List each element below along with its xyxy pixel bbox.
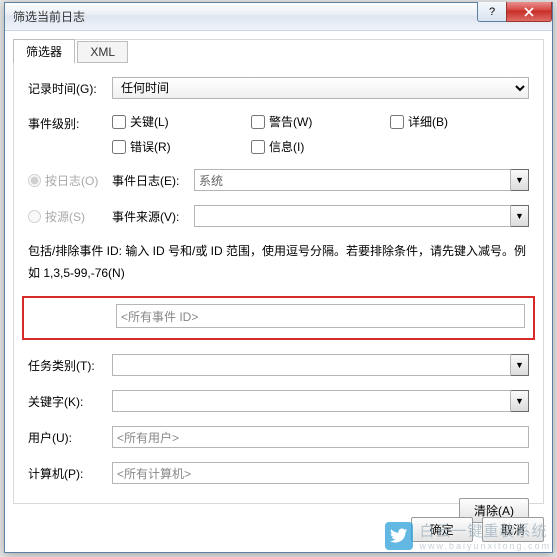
event-ids-input[interactable]	[116, 304, 525, 328]
label-task-category: 任务类别(T):	[28, 357, 112, 374]
keywords-select[interactable]	[112, 390, 511, 412]
radio-by-source-input	[28, 210, 41, 223]
event-id-hint: 包括/排除事件 ID: 输入 ID 号和/或 ID 范围，使用逗号分隔。若要排除…	[28, 241, 529, 284]
label-level: 事件级别:	[28, 113, 112, 132]
check-error[interactable]: 错误(R)	[112, 138, 251, 155]
title-bar[interactable]: 筛选当前日志 ?	[5, 3, 552, 31]
check-warning[interactable]: 警告(W)	[251, 113, 390, 130]
client-area: 筛选器 XML 记录时间(G): 任何时间 事件级别: 关键(L) 警告(W) …	[13, 39, 544, 504]
help-button[interactable]: ?	[477, 2, 507, 22]
window-title: 筛选当前日志	[5, 8, 85, 25]
event-logs-select[interactable]	[194, 169, 511, 191]
check-verbose[interactable]: 详细(B)	[390, 113, 529, 130]
check-information[interactable]: 信息(I)	[251, 138, 390, 155]
radio-by-log-input	[28, 174, 41, 187]
tab-xml[interactable]: XML	[77, 41, 128, 63]
dialog-window: 筛选当前日志 ? 筛选器 XML 记录时间(G): 任何时间 事件级别	[4, 2, 553, 553]
close-icon	[524, 7, 534, 17]
logged-select[interactable]: 任何时间	[112, 77, 529, 99]
tab-strip: 筛选器 XML	[13, 39, 543, 63]
tab-filter[interactable]: 筛选器	[13, 39, 75, 64]
label-event-sources: 事件来源(V):	[112, 208, 194, 225]
radio-by-source: 按源(S)	[28, 208, 112, 225]
check-critical[interactable]: 关键(L)	[112, 113, 251, 130]
task-category-select[interactable]	[112, 354, 511, 376]
level-checks: 关键(L) 警告(W) 详细(B) 错误(R) 信息(I)	[112, 113, 529, 155]
label-logged: 记录时间(G):	[28, 80, 112, 97]
computer-input[interactable]	[112, 462, 529, 484]
form-panel: 记录时间(G): 任何时间 事件级别: 关键(L) 警告(W) 详细(B) 错误…	[14, 63, 543, 531]
label-keywords: 关键字(K):	[28, 393, 112, 410]
event-sources-dropdown[interactable]: ▼	[511, 205, 529, 227]
dialog-footer: 确定 取消	[13, 517, 544, 542]
radio-by-log: 按日志(O)	[28, 172, 112, 189]
cancel-button[interactable]: 取消	[482, 517, 544, 542]
label-event-logs: 事件日志(E):	[112, 172, 194, 189]
window-buttons: ?	[478, 2, 552, 22]
keywords-dropdown[interactable]: ▼	[511, 390, 529, 412]
user-input[interactable]	[112, 426, 529, 448]
task-category-dropdown[interactable]: ▼	[511, 354, 529, 376]
label-computer: 计算机(P):	[28, 465, 112, 482]
event-logs-dropdown[interactable]: ▼	[511, 169, 529, 191]
close-button[interactable]	[506, 2, 552, 22]
event-id-highlight	[22, 296, 535, 340]
ok-button[interactable]: 确定	[411, 517, 473, 542]
label-user: 用户(U):	[28, 429, 112, 446]
event-sources-select[interactable]	[194, 205, 511, 227]
